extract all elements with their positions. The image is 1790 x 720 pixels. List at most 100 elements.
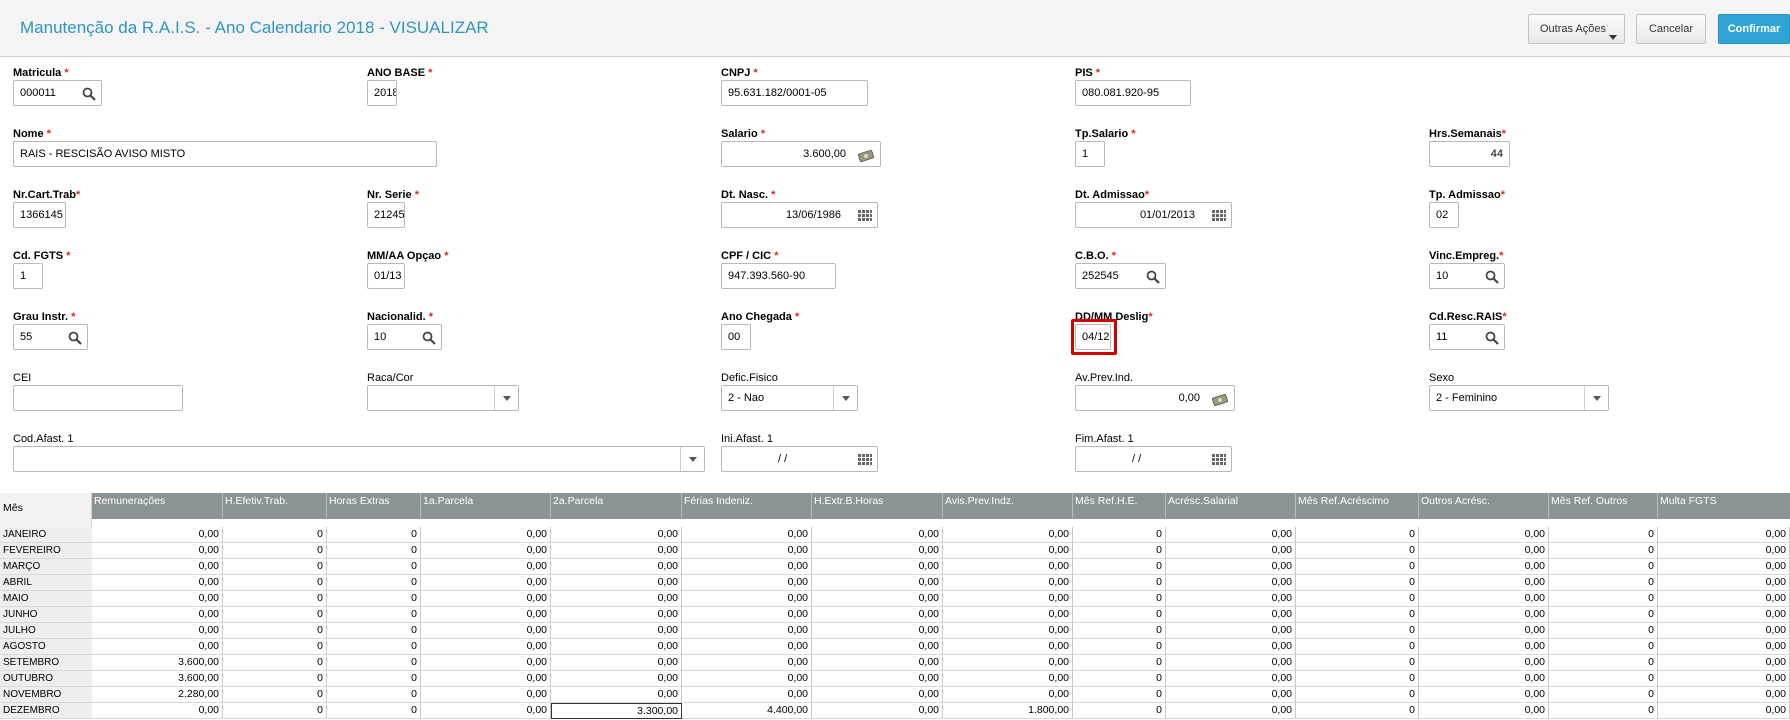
grid-cell[interactable]: 0,00 [682, 639, 812, 655]
grid-cell[interactable]: 0 [1549, 623, 1658, 639]
cei-field[interactable] [13, 385, 183, 411]
grid-cell[interactable]: 0,00 [812, 655, 943, 671]
grid-header[interactable]: Acrésc.Salarial [1166, 493, 1296, 519]
nacionalid-field[interactable]: 10 [367, 324, 442, 350]
confirm-button[interactable]: Confirmar [1718, 14, 1790, 44]
grid-cell[interactable]: 0,00 [1658, 607, 1790, 623]
grid-cell[interactable]: 0,00 [1166, 527, 1296, 543]
grid-header[interactable]: 1a.Parcela [421, 493, 551, 519]
grid-cell[interactable]: 0,00 [421, 575, 551, 591]
grid-cell[interactable]: 0 [1073, 543, 1166, 559]
grid-cell[interactable]: 0,00 [92, 703, 223, 719]
dropdown-arrow-icon[interactable] [1584, 386, 1608, 410]
defic-fisico-select[interactable]: 2 - Nao [721, 385, 858, 411]
grid-header[interactable]: Remunerações [92, 493, 223, 519]
grid-cell[interactable]: 0 [327, 687, 421, 703]
av-prev-ind-field[interactable]: 0,00 [1075, 385, 1235, 411]
grid-header[interactable]: H.Extr.B.Horas [812, 493, 943, 519]
grid-cell[interactable]: 0,00 [1419, 591, 1549, 607]
grid-cell[interactable]: 0,00 [1658, 591, 1790, 607]
grid-cell[interactable]: 0 [1549, 687, 1658, 703]
grid-header[interactable]: Outros Acrésc. [1419, 493, 1549, 519]
grid-cell[interactable]: 0 [1296, 655, 1419, 671]
grid-cell[interactable]: 0 [327, 639, 421, 655]
grid-cell[interactable]: 0,00 [92, 575, 223, 591]
grid-cell[interactable]: 0 [1296, 671, 1419, 687]
grid-cell[interactable]: 0,00 [421, 543, 551, 559]
nr-cart-trab-field[interactable]: 1366145 [13, 202, 66, 228]
grid-cell[interactable]: 0,00 [682, 543, 812, 559]
grid-cell[interactable]: 0 [223, 671, 327, 687]
grid-cell[interactable]: 0,00 [943, 543, 1073, 559]
grid-cell[interactable]: 0 [1073, 623, 1166, 639]
grid-cell[interactable]: 0 [223, 575, 327, 591]
grid-cell[interactable]: 0 [1549, 607, 1658, 623]
grid-cell[interactable]: 0 [1296, 703, 1419, 719]
grid-header[interactable]: Horas Extras [327, 493, 421, 519]
fim-afast-1-field[interactable]: / / [1075, 446, 1232, 472]
grid-cell[interactable]: 0,00 [421, 623, 551, 639]
grid-cell[interactable]: 0,00 [1419, 671, 1549, 687]
grid-cell[interactable]: 0,00 [1419, 559, 1549, 575]
grid-cell[interactable]: 0 [1549, 591, 1658, 607]
grid-cell[interactable]: 0,00 [1658, 575, 1790, 591]
grid-header[interactable]: Mês Ref. Outros [1549, 493, 1658, 519]
grid-cell[interactable]: 0 [223, 527, 327, 543]
grid-cell[interactable]: 0,00 [421, 639, 551, 655]
grid-cell[interactable]: 0,00 [682, 671, 812, 687]
grid-cell[interactable]: 0,00 [92, 639, 223, 655]
grid-cell[interactable]: 0,00 [682, 655, 812, 671]
grid-cell[interactable]: 0,00 [812, 687, 943, 703]
grid-cell[interactable]: 0,00 [92, 623, 223, 639]
grid-cell[interactable]: 0,00 [1419, 543, 1549, 559]
dt-nasc-field[interactable]: 13/06/1986 [721, 202, 878, 228]
grid-cell[interactable]: 0,00 [421, 703, 551, 719]
search-icon[interactable] [67, 330, 83, 346]
grid-cell[interactable]: 0,00 [1419, 639, 1549, 655]
grid-cell[interactable]: 0,00 [812, 543, 943, 559]
grid-cell[interactable]: 3.300,00 [551, 703, 682, 719]
grid-cell[interactable]: 0 [1296, 559, 1419, 575]
grid-cell[interactable]: 0,00 [1166, 671, 1296, 687]
grid-cell[interactable]: 0,00 [812, 639, 943, 655]
grid-cell[interactable]: 0,00 [421, 559, 551, 575]
grid-cell[interactable]: 0,00 [551, 639, 682, 655]
grid-cell[interactable]: 0,00 [1658, 623, 1790, 639]
grid-cell[interactable]: 0,00 [943, 655, 1073, 671]
tp-admissao-field[interactable]: 02 [1429, 202, 1459, 228]
grid-cell[interactable]: 2.280,00 [92, 687, 223, 703]
grid-cell[interactable]: 0,00 [812, 575, 943, 591]
grid-cell[interactable]: 0 [1296, 575, 1419, 591]
grid-cell[interactable]: 0,00 [92, 527, 223, 543]
dropdown-arrow-icon[interactable] [680, 447, 704, 471]
mm-aa-opcao-field[interactable]: 01/13 [367, 263, 405, 289]
grid-cell[interactable]: 0,00 [551, 591, 682, 607]
grid-cell[interactable]: 0 [1549, 575, 1658, 591]
grid-cell[interactable]: 0,00 [421, 527, 551, 543]
cancel-button[interactable]: Cancelar [1636, 14, 1706, 44]
grid-cell[interactable]: 0 [327, 607, 421, 623]
grid-cell[interactable]: 0,00 [1419, 655, 1549, 671]
cpf-cic-field[interactable]: 947.393.560-90 [721, 263, 836, 289]
pis-field[interactable]: 080.081.920-95 [1075, 80, 1191, 106]
grid-cell[interactable]: 0,00 [551, 623, 682, 639]
grid-cell[interactable]: 0,00 [1166, 687, 1296, 703]
grau-instr-field[interactable]: 55 [13, 324, 88, 350]
grid-cell[interactable]: 0,00 [943, 623, 1073, 639]
grid-cell[interactable]: 0 [327, 655, 421, 671]
grid-cell[interactable]: 0,00 [1658, 655, 1790, 671]
grid-cell[interactable]: 0,00 [1658, 559, 1790, 575]
grid-cell[interactable]: 0,00 [682, 687, 812, 703]
grid-cell[interactable]: 0,00 [682, 607, 812, 623]
grid-cell[interactable]: 0,00 [1419, 703, 1549, 719]
money-icon[interactable] [858, 147, 874, 163]
tp-salario-field[interactable]: 1 [1075, 141, 1105, 167]
calendar-icon[interactable] [857, 208, 873, 224]
grid-cell[interactable]: 0 [1073, 671, 1166, 687]
grid-cell[interactable]: 0,00 [1419, 607, 1549, 623]
grid-cell[interactable]: 0,00 [812, 607, 943, 623]
grid-header[interactable]: Férias Indeniz. [682, 493, 812, 519]
grid-cell[interactable]: 0,00 [551, 671, 682, 687]
grid-cell[interactable]: 0,00 [1166, 543, 1296, 559]
cd-fgts-field[interactable]: 1 [13, 263, 43, 289]
